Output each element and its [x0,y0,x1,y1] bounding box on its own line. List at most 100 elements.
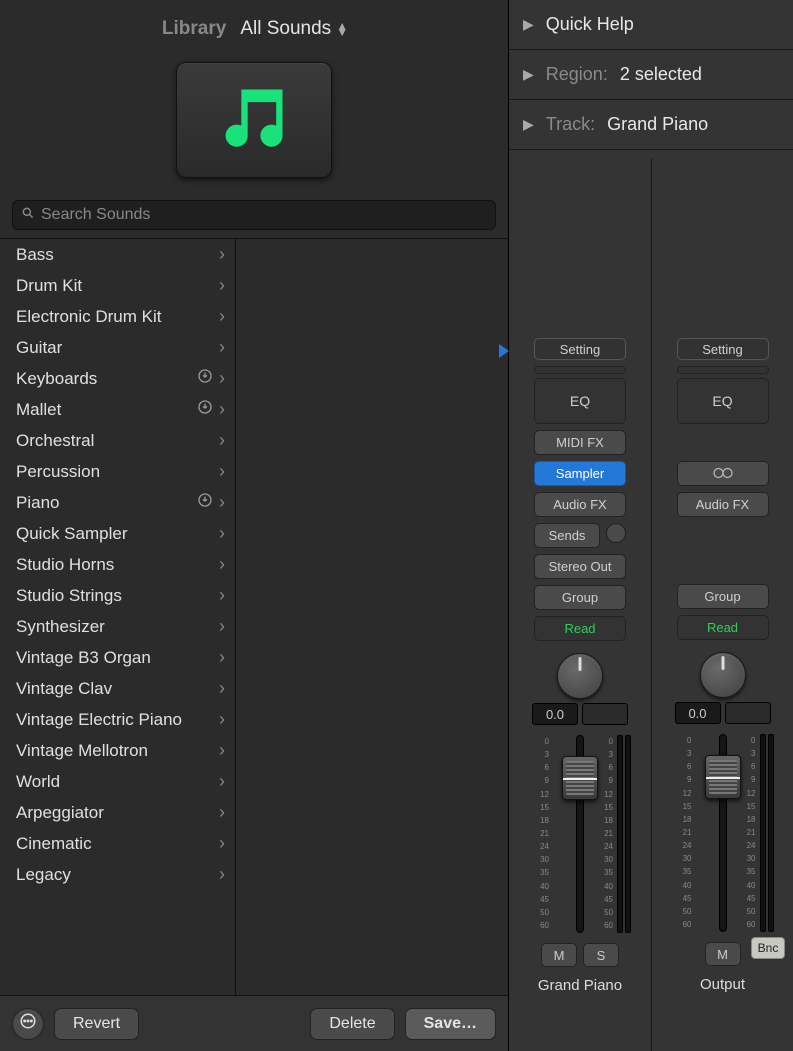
category-item[interactable]: Drum Kit› [0,270,235,301]
category-item[interactable]: Vintage Electric Piano › [0,704,235,735]
category-item[interactable]: Quick Sampler › [0,518,235,549]
output-slot[interactable]: Stereo Out [534,554,626,579]
chevron-right-icon: › [219,244,225,265]
mute-button[interactable]: M [541,943,577,967]
category-label: Quick Sampler [16,524,127,544]
category-item[interactable]: Mallet› [0,394,235,425]
region-row[interactable]: ▶ Region: 2 selected [509,50,793,100]
category-item[interactable]: Electronic Drum Kit› [0,301,235,332]
chevron-right-icon: › [219,802,225,823]
chevron-right-icon: › [219,275,225,296]
fader-track[interactable] [576,735,584,933]
fader-scale: 03691215182124303540455060 [738,734,756,932]
download-icon [197,368,213,389]
midifx-slot[interactable]: MIDI FX [534,430,626,455]
category-label: Arpeggiator [16,803,104,823]
sends-slot[interactable]: Sends [534,523,600,548]
category-label: Guitar [16,338,62,358]
mute-button[interactable]: M [705,942,741,966]
peak-value[interactable] [725,702,771,724]
category-item[interactable]: Vintage Clav› [0,673,235,704]
category-item[interactable]: Arpeggiator › [0,797,235,828]
strip-name: Output [700,976,745,993]
search-input[interactable]: Search Sounds [12,200,496,230]
track-row[interactable]: ▶ Track: Grand Piano [509,100,793,150]
category-label: Studio Strings [16,586,122,606]
category-item[interactable]: Cinematic › [0,828,235,859]
audiofx-slot[interactable]: Audio FX [677,492,769,517]
category-label: Vintage Clav [16,679,112,699]
category-label: Vintage Mellotron [16,741,148,761]
chevron-right-icon: › [219,833,225,854]
category-label: Vintage Electric Piano [16,710,182,730]
category-item[interactable]: Studio Strings› [0,580,235,611]
quick-help-row[interactable]: ▶ Quick Help [509,0,793,50]
audiofx-slot[interactable]: Audio FX [534,492,626,517]
automation-mode[interactable]: Read [534,616,626,641]
chevron-right-icon: › [219,492,225,513]
category-item[interactable]: Studio Horns› [0,549,235,580]
pan-value[interactable]: 0.0 [675,702,721,724]
channel-strip: Setting EQ Audio FX Group Read 0.0 03691215182… [651,158,793,1051]
updown-icon: ▲▼ [336,23,346,35]
category-item[interactable]: Synthesizer › [0,611,235,642]
save-button[interactable]: Save… [405,1008,496,1040]
category-item[interactable]: World› [0,766,235,797]
category-item[interactable]: Guitar› [0,332,235,363]
pan-knob[interactable] [700,652,746,698]
category-list: Bass›Drum Kit›Electronic Drum Kit›Guitar… [0,238,236,995]
category-label: Studio Horns [16,555,114,575]
revert-button[interactable]: Revert [54,1008,139,1040]
peak-value[interactable] [582,703,628,725]
send-knob[interactable] [606,523,626,543]
category-item[interactable]: Vintage B3 Organ› [0,642,235,673]
library-toolbar: Revert Delete Save… [0,995,508,1051]
solo-button[interactable]: S [583,943,619,967]
fader-area: 0369121518212430354045506003691215182124… [668,734,778,932]
group-slot[interactable]: Group [677,584,769,609]
fader-scale: 03691215182124303540455060 [595,735,613,933]
level-meters [760,734,774,932]
chevron-right-icon: › [219,709,225,730]
selected-track-indicator [499,344,509,358]
actions-menu-button[interactable] [12,1008,44,1040]
setting-slot[interactable]: Setting [677,338,769,360]
search-icon [21,206,35,224]
bounce-button[interactable]: Bnc [751,937,785,959]
chevron-right-icon: › [219,461,225,482]
category-item[interactable]: Percussion› [0,456,235,487]
fader-cap[interactable] [705,755,741,799]
category-label: Cinematic [16,834,92,854]
chevron-right-icon: › [219,616,225,637]
channel-strip: Setting EQ MIDI FX Sampler Audio FX Sends Ster… [509,158,651,1051]
setting-slot[interactable]: Setting [534,338,626,360]
gain-reduction-meter [534,366,626,374]
ellipsis-icon [19,1012,37,1035]
category-item[interactable]: Vintage Mellotron› [0,735,235,766]
library-filter-dropdown[interactable]: All Sounds ▲▼ [240,18,346,40]
group-slot[interactable]: Group [534,585,626,610]
instrument-slot[interactable]: Sampler [534,461,626,486]
automation-mode[interactable]: Read [677,615,769,640]
eq-slot[interactable]: EQ [677,378,769,424]
delete-button[interactable]: Delete [310,1008,394,1040]
category-item[interactable]: Legacy› [0,859,235,890]
eq-slot[interactable]: EQ [534,378,626,424]
category-item[interactable]: Piano› [0,487,235,518]
stereo-mode-slot[interactable] [677,461,769,486]
category-item[interactable]: Orchestral› [0,425,235,456]
category-label: Synthesizer [16,617,105,637]
fader-cap[interactable] [562,756,598,800]
category-item[interactable]: Bass› [0,239,235,270]
category-item[interactable]: Keyboards› [0,363,235,394]
patch-thumbnail [176,62,332,178]
fader-track[interactable] [719,734,727,932]
category-label: Orchestral [16,431,94,451]
category-label: Mallet [16,400,61,420]
search-placeholder: Search Sounds [41,206,150,224]
chevron-right-icon: › [219,523,225,544]
chevron-right-icon: › [219,647,225,668]
chevron-right-icon: › [219,864,225,885]
pan-value[interactable]: 0.0 [532,703,578,725]
pan-knob[interactable] [557,653,603,699]
